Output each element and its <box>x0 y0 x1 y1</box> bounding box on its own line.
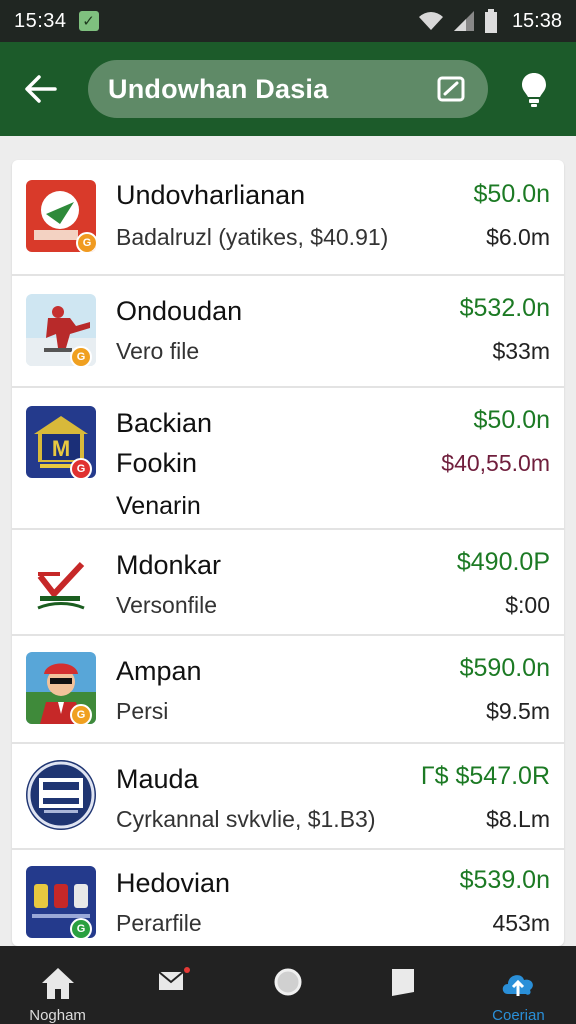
home-icon <box>41 968 74 999</box>
item-amount: $40,55.0m <box>441 450 550 476</box>
list-item[interactable]: Mauda Cyrkannal svkvlie, $1.B3) Γ$ $547.… <box>12 744 564 850</box>
item-price: $539.0n <box>459 866 550 894</box>
item-title: Mdonkar <box>116 550 222 580</box>
item-subtitle: Cyrkannal svkvlie, $1.B3) <box>116 806 376 832</box>
arrow-left-icon <box>25 75 57 103</box>
results-list: G Undovharlianan Badalruzl (yatikes, $40… <box>12 160 564 946</box>
svg-text:M: M <box>52 436 70 461</box>
badge-icon: G <box>70 704 92 724</box>
wifi-icon <box>418 12 443 30</box>
item-amount: $:00 <box>505 592 550 618</box>
app-icon: G <box>26 180 96 252</box>
nav-circle[interactable] <box>230 946 345 1024</box>
item-subtitle: Persi <box>116 698 169 724</box>
status-icons: 15:38 <box>418 9 562 33</box>
check-box-icon: ✓ <box>78 11 99 31</box>
lightbulb-button[interactable] <box>514 68 554 112</box>
list-item[interactable]: G Ondoudan Vero file $532.0n $33m <box>12 276 564 388</box>
item-subtitle: Venarin <box>116 492 201 520</box>
edit-button[interactable] <box>434 72 468 106</box>
item-price: $590.0n <box>459 654 550 682</box>
item-title: Undovharlianan <box>116 180 306 210</box>
nav-square[interactable] <box>346 946 461 1024</box>
item-price: Γ$ $547.0R <box>420 762 550 790</box>
badge-icon: G <box>76 232 96 252</box>
app-icon: M G <box>26 406 96 478</box>
bottom-navigation: Nogham Coerian <box>0 946 576 1024</box>
item-title: Hedovian <box>116 868 231 898</box>
item-amount: $9.5m <box>486 698 550 724</box>
app-icon: G <box>26 866 96 938</box>
square-icon <box>392 969 415 996</box>
nav-cloud[interactable]: Coerian <box>461 946 576 1024</box>
item-amount: $33m <box>492 338 550 364</box>
app-icon: G <box>26 652 96 724</box>
item-subtitle: Badalruzl (yatikes, $40.91) <box>116 224 389 250</box>
item-price: $50.0n <box>473 180 550 208</box>
nav-label: Coerian <box>492 1007 545 1024</box>
circle-icon <box>274 968 302 996</box>
status-bar: 15:34 ✓ 15:38 <box>0 0 576 42</box>
search-field[interactable]: Undowhan Dasia <box>88 60 488 118</box>
back-button[interactable] <box>16 64 66 114</box>
list-item[interactable]: G Ampan Persi $590.0n $9.5m <box>12 636 564 744</box>
badge-icon: G <box>70 346 92 366</box>
item-amount: $6.0m <box>486 224 550 250</box>
badge-icon: G <box>70 458 92 478</box>
item-price: $490.0P <box>456 548 550 576</box>
item-amount: $8.Lm <box>486 806 550 832</box>
status-time-right: 15:38 <box>511 9 562 32</box>
item-price: $50.0n <box>473 406 550 434</box>
item-subtitle: Perarfile <box>116 910 202 936</box>
battery-icon <box>484 9 497 33</box>
lightbulb-icon <box>522 73 546 107</box>
list-item[interactable]: M G Backian Fookin Venarin $50.0n $40,55… <box>12 388 564 530</box>
list-item[interactable]: Mdonkar Versonfile $490.0P $:00 <box>12 530 564 636</box>
item-title: Backian <box>116 408 213 438</box>
signal-icon <box>453 11 474 31</box>
app-icon <box>26 546 96 618</box>
app-icon: G <box>26 294 96 366</box>
list-item[interactable]: G Undovharlianan Badalruzl (yatikes, $40… <box>12 160 564 276</box>
item-title: Mauda <box>116 764 199 794</box>
app-bar: Undowhan Dasia <box>0 42 576 136</box>
item-title: Ampan <box>116 656 202 686</box>
nav-mail[interactable] <box>115 946 230 1024</box>
nav-home[interactable]: Nogham <box>0 946 115 1024</box>
cloud-icon <box>503 975 534 996</box>
item-amount: 453m <box>492 910 550 936</box>
nav-label: Nogham <box>29 1007 86 1024</box>
item-title: Ondoudan <box>116 296 243 326</box>
status-time: 15:34 <box>14 9 67 32</box>
list-item[interactable]: G Hedovian Perarfile $539.0n 453m <box>12 850 564 946</box>
item-subtitle: Versonfile <box>116 592 218 618</box>
item-subtitle: Vero file <box>116 338 200 364</box>
mail-icon <box>158 967 190 990</box>
item-price: $532.0n <box>459 294 550 322</box>
app-icon <box>26 760 96 830</box>
item-title-secondary: Fookin <box>116 448 198 478</box>
search-text: Undowhan Dasia <box>108 73 329 104</box>
edit-square-icon <box>437 76 465 102</box>
badge-icon: G <box>70 918 92 938</box>
